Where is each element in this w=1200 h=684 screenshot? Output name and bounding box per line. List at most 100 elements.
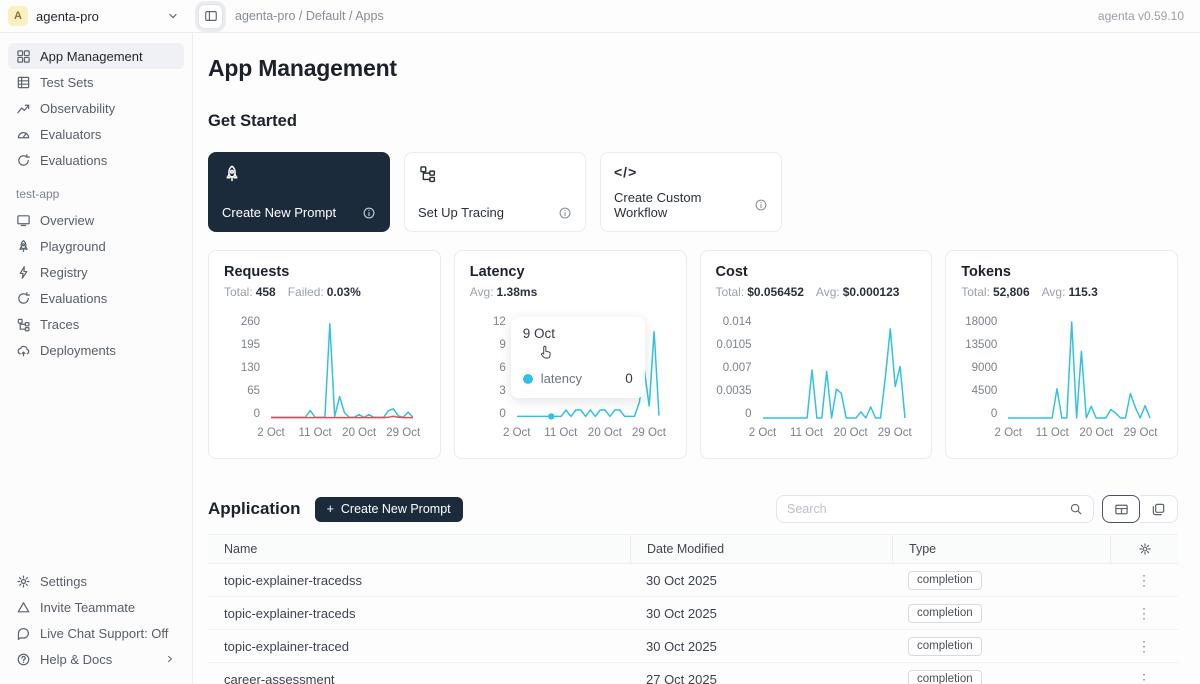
y-axis-tick: 0.007: [723, 362, 752, 374]
tree-icon: [418, 164, 572, 183]
app-name: topic-explainer-tracedss: [208, 573, 630, 588]
sidebar-item-registry[interactable]: Registry: [8, 259, 184, 285]
sidebar-item-deployments[interactable]: Deployments: [8, 337, 184, 363]
card-view-icon: [1151, 502, 1166, 517]
sidebar-item-test-sets[interactable]: Test Sets: [8, 69, 184, 95]
stat-label: Failed:: [288, 285, 324, 299]
sidebar-item-evaluators[interactable]: Evaluators: [8, 121, 184, 147]
row-menu-button[interactable]: ⋮: [1131, 569, 1157, 591]
y-axis-tick: 13500: [965, 339, 997, 351]
x-axis-tick: 29 Oct: [386, 427, 420, 439]
column-header-date-modified: Date Modified: [630, 535, 892, 563]
create-new-prompt-card[interactable]: Create New Prompt: [208, 152, 390, 232]
tokens-chart[interactable]: 2 Oct11 Oct20 Oct29 Oct: [1006, 314, 1162, 420]
requests-chart-card: Requests Total:458 Failed:0.03% 26019513…: [208, 250, 441, 459]
workspace-selector[interactable]: A agenta-pro: [8, 6, 192, 26]
app-date: 30 Oct 2025: [630, 573, 892, 588]
x-axis-tick: 29 Oct: [632, 427, 666, 439]
sidebar-item-label: Help & Docs: [40, 652, 112, 667]
table-row[interactable]: topic-explainer-traceds 30 Oct 2025 comp…: [208, 597, 1178, 630]
stat-label: Total:: [961, 285, 990, 299]
breadcrumb[interactable]: agenta-pro / Default / Apps: [235, 9, 384, 23]
row-menu-button[interactable]: ⋮: [1131, 602, 1157, 624]
sidebar-item-help-docs[interactable]: Help & Docs: [8, 646, 184, 672]
sidebar-item-live-chat[interactable]: Live Chat Support: Off: [8, 620, 184, 646]
sidebar-item-traces[interactable]: Traces: [8, 311, 184, 337]
table-row[interactable]: topic-explainer-tracedss 30 Oct 2025 com…: [208, 564, 1178, 597]
app-name: topic-explainer-traced: [208, 639, 630, 654]
table-row[interactable]: topic-explainer-traced 30 Oct 2025 compl…: [208, 630, 1178, 663]
x-axis-tick: 2 Oct: [749, 427, 776, 439]
cost-chart[interactable]: 2 Oct11 Oct20 Oct29 Oct: [761, 314, 917, 420]
create-custom-workflow-card[interactable]: </> Create Custom Workflow: [600, 152, 782, 232]
sidebar-item-app-management[interactable]: App Management: [8, 43, 184, 69]
sidebar-toggle-button[interactable]: [198, 4, 223, 29]
sidebar-item-label: Invite Teammate: [40, 600, 135, 615]
rocket-icon: [222, 164, 376, 184]
app-name: topic-explainer-traceds: [208, 606, 630, 621]
sidebar-item-label: Traces: [40, 317, 79, 332]
column-settings[interactable]: [1110, 535, 1178, 563]
y-axis-tick: 6: [499, 362, 505, 374]
chat-icon: [16, 626, 31, 641]
stat-label: Avg:: [1042, 285, 1066, 299]
sidebar-item-overview[interactable]: Overview: [8, 207, 184, 233]
requests-chart[interactable]: 2 Oct11 Oct20 Oct29 Oct: [269, 314, 425, 420]
sidebar-item-playground[interactable]: Playground: [8, 233, 184, 259]
sidebar-item-settings[interactable]: Settings: [8, 568, 184, 594]
workspace-avatar: A: [8, 6, 28, 26]
x-axis-tick: 20 Oct: [588, 427, 622, 439]
cloud-icon: [16, 343, 31, 358]
y-axis-tick: 0: [745, 408, 751, 420]
sidebar-item-evaluations[interactable]: Evaluations: [8, 147, 184, 173]
y-axis-tick: 0.0035: [716, 385, 751, 397]
x-axis-tick: 11 Oct: [790, 427, 823, 439]
sidebar-item-label: App Management: [40, 49, 143, 64]
x-axis-tick: 2 Oct: [257, 427, 284, 439]
row-menu-button[interactable]: ⋮: [1131, 668, 1157, 684]
sidebar-item-observability[interactable]: Observability: [8, 95, 184, 121]
main-content: App Management Get Started Create New Pr…: [193, 33, 1200, 684]
info-icon[interactable]: [362, 206, 376, 220]
sidebar-item-label: Evaluators: [40, 127, 101, 142]
column-header-type: Type: [892, 535, 1110, 563]
create-new-prompt-button[interactable]: + Create New Prompt: [315, 497, 463, 522]
bolt-icon: [16, 265, 31, 280]
x-axis-tick: 2 Oct: [503, 427, 530, 439]
row-menu-button[interactable]: ⋮: [1131, 635, 1157, 657]
sidebar-item-app-evaluations[interactable]: Evaluations: [8, 285, 184, 311]
sidebar-item-label: Overview: [40, 213, 94, 228]
column-header-name: Name: [208, 535, 630, 563]
card-view-button[interactable]: [1140, 495, 1178, 523]
legend-dot: [523, 374, 533, 384]
table-row[interactable]: career-assessment 27 Oct 2025 completion…: [208, 663, 1178, 684]
sidebar-item-label: Live Chat Support: Off: [40, 626, 168, 641]
chart-title: Latency: [470, 264, 671, 280]
table-view-button[interactable]: [1102, 495, 1140, 523]
code-icon: </>: [614, 164, 768, 180]
panel-left-icon: [204, 9, 218, 23]
app-date: 27 Oct 2025: [630, 672, 892, 684]
set-up-tracing-card[interactable]: Set Up Tracing: [404, 152, 586, 232]
x-axis-tick: 29 Oct: [878, 427, 912, 439]
type-badge: completion: [908, 571, 982, 590]
x-axis-tick: 2 Oct: [995, 427, 1022, 439]
sidebar-item-label: Playground: [40, 239, 106, 254]
info-icon[interactable]: [754, 198, 768, 212]
y-axis-ticks: 129630: [470, 314, 506, 420]
stat-value: 115.3: [1068, 285, 1097, 299]
gear-icon: [1138, 542, 1152, 556]
y-axis-tick: 12: [493, 316, 506, 328]
type-badge: completion: [908, 637, 982, 656]
x-axis-tick: 20 Oct: [834, 427, 868, 439]
card-label: Set Up Tracing: [418, 205, 504, 220]
type-badge: completion: [908, 604, 982, 623]
search-icon[interactable]: [1069, 502, 1083, 516]
chart-line-icon: [16, 101, 31, 116]
refresh-icon: [16, 291, 31, 306]
search-input[interactable]: [787, 502, 1069, 516]
sidebar-item-invite-teammate[interactable]: Invite Teammate: [8, 594, 184, 620]
y-axis-tick: 3: [499, 385, 505, 397]
info-icon[interactable]: [558, 206, 572, 220]
app-date: 30 Oct 2025: [630, 606, 892, 621]
